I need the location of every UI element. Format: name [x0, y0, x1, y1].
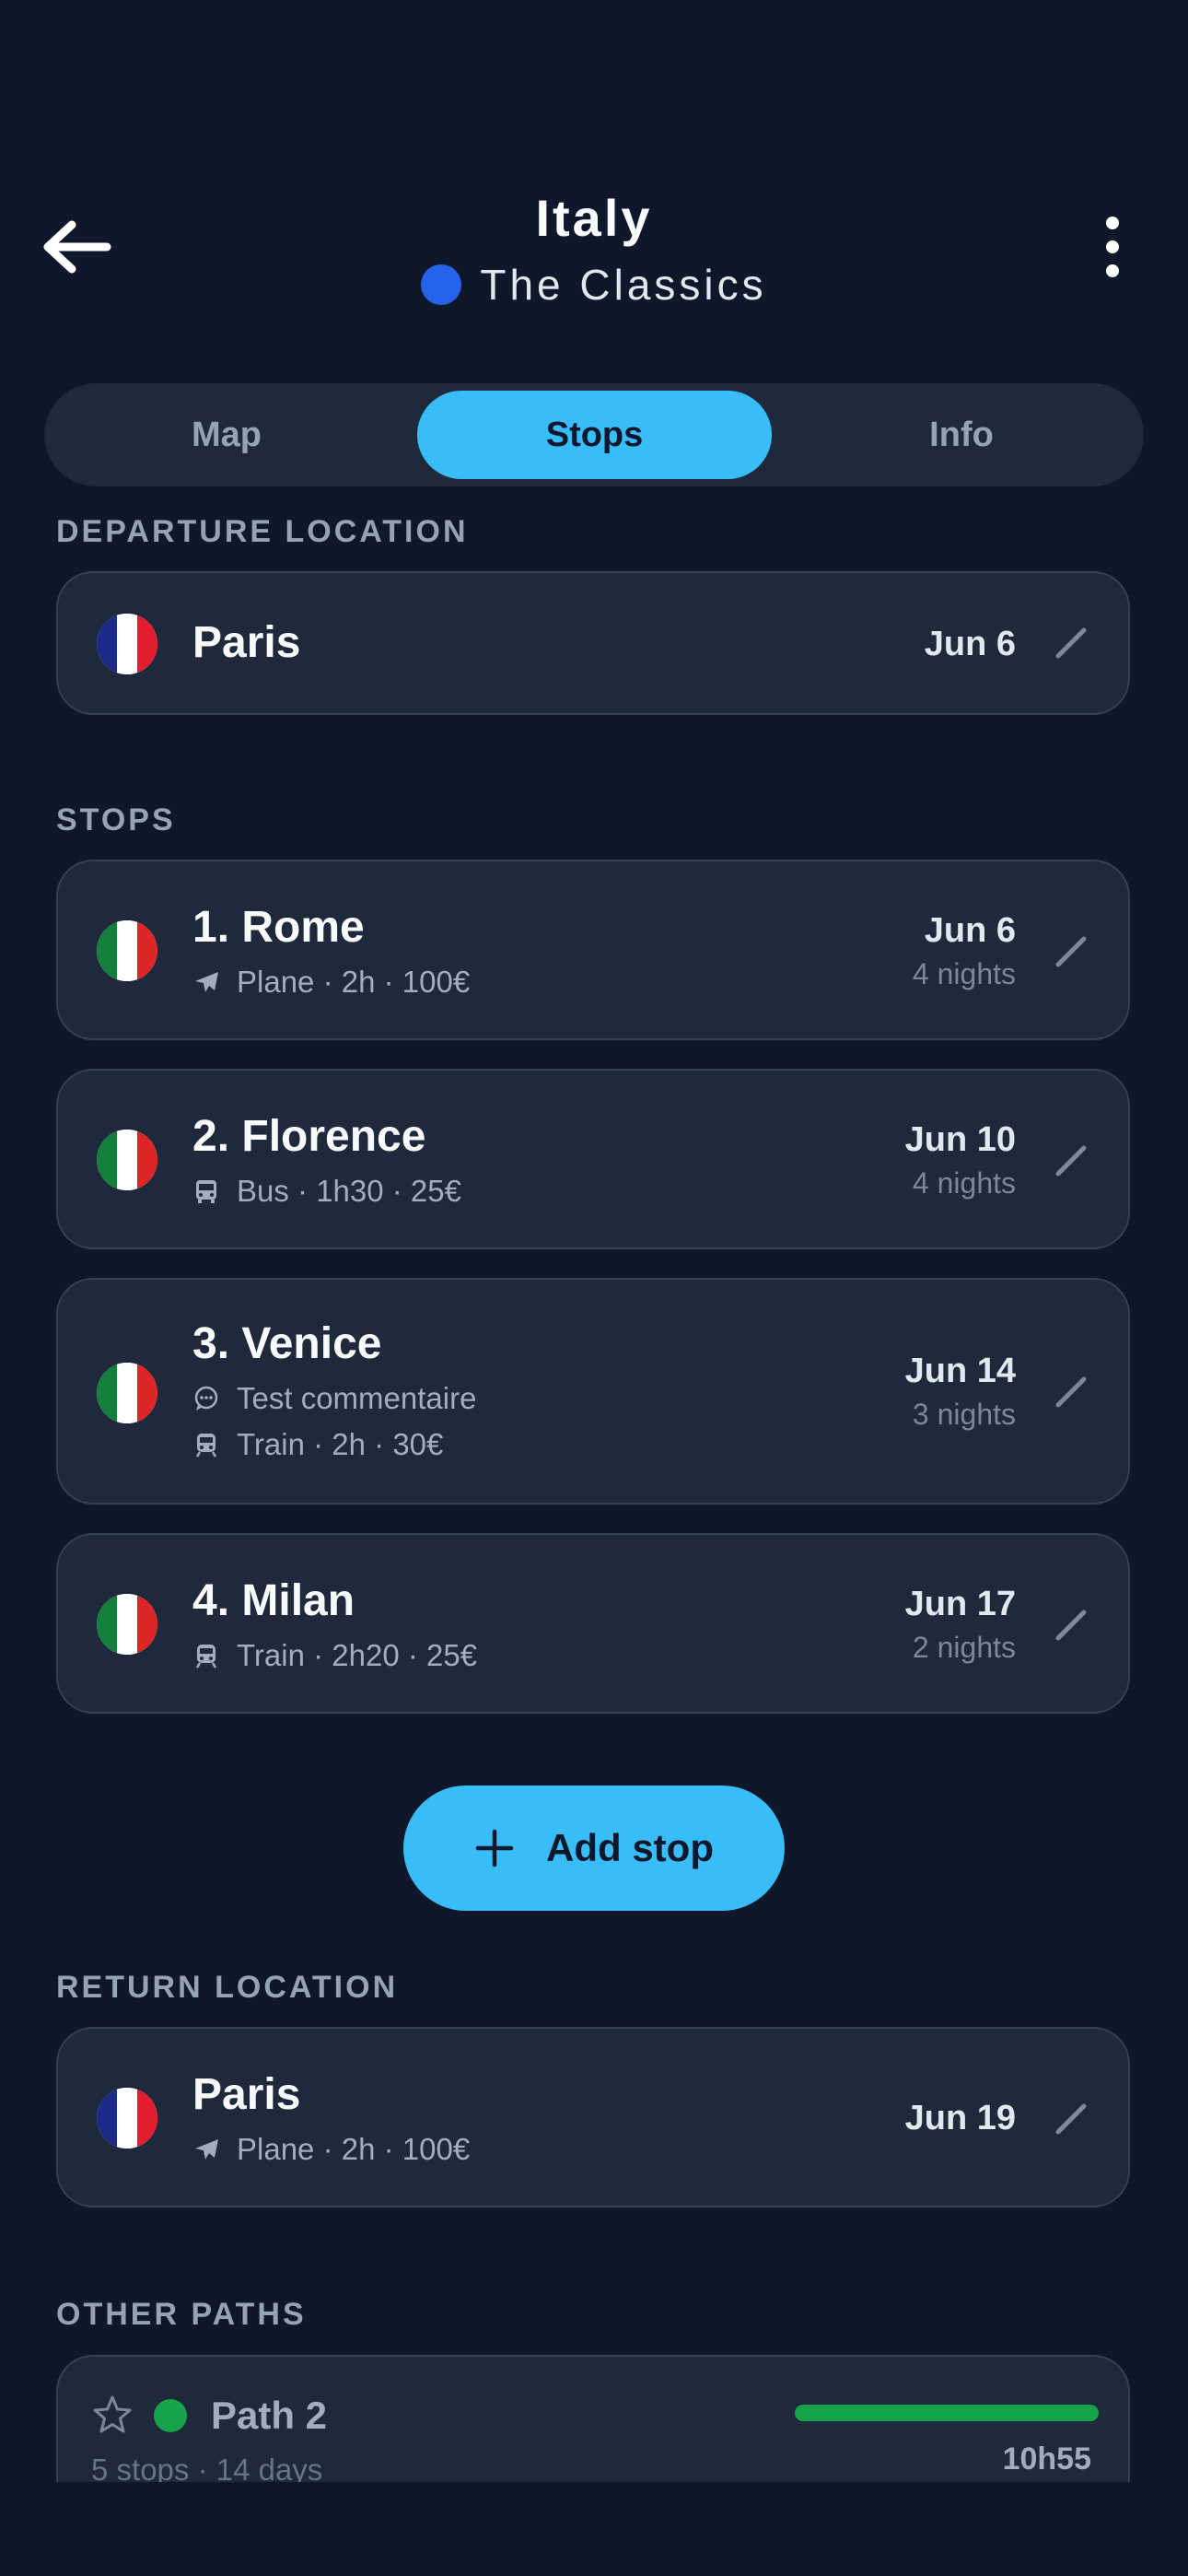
stop-transport: Train · 2h · 30€: [192, 1427, 443, 1462]
subtitle-text: The Classics: [480, 261, 767, 309]
edit-pencil-icon[interactable]: [1053, 2101, 1089, 2137]
more-vertical-icon: [1106, 217, 1119, 277]
edit-pencil-icon[interactable]: [1053, 933, 1089, 970]
edit-pencil-icon[interactable]: [1053, 1142, 1089, 1179]
train-icon: [195, 1434, 217, 1458]
stop-nights: 4 nights: [912, 957, 1016, 990]
transport-text: Train · 2h20 · 25€: [237, 1638, 478, 1672]
italy-flag-icon: [97, 1130, 157, 1190]
tab-stops[interactable]: Stops: [417, 391, 772, 479]
stop-card-venice[interactable]: 3. Venice Test commentaire Train · 2h · …: [56, 1278, 1130, 1505]
stop-card-florence[interactable]: 2. Florence Bus · 1h30 · 25€ Jun 10 4 ni…: [56, 1069, 1130, 1249]
star-icon[interactable]: [91, 2394, 134, 2436]
stop-title: 2. Florence: [192, 1112, 426, 1161]
italy-flag-icon: [97, 1363, 157, 1423]
france-flag-icon: [97, 2088, 157, 2149]
stop-card-rome[interactable]: 1. Rome Plane · 2h · 100€ Jun 6 4 nights: [56, 860, 1130, 1040]
stop-title: 4. Milan: [192, 1576, 355, 1625]
edit-pencil-icon[interactable]: [1053, 625, 1089, 662]
italy-flag-icon: [97, 1594, 157, 1655]
departure-date: Jun 6: [924, 625, 1016, 663]
add-stop-button[interactable]: Add stop: [403, 1786, 785, 1911]
stop-title: 1. Rome: [192, 903, 365, 952]
stop-card-milan[interactable]: 4. Milan Train · 2h20 · 25€ Jun 17 2 nig…: [56, 1533, 1130, 1714]
tab-info[interactable]: Info: [786, 391, 1136, 479]
return-date: Jun 19: [904, 2099, 1016, 2137]
plus-icon: [475, 1829, 514, 1868]
stop-transport: Train · 2h20 · 25€: [192, 1638, 477, 1673]
edit-pencil-icon[interactable]: [1053, 1374, 1089, 1411]
other-paths-section-label: OTHER PATHS: [56, 2297, 307, 2332]
tab-map[interactable]: Map: [52, 391, 402, 479]
departure-card[interactable]: Paris Jun 6: [56, 571, 1130, 715]
transport-text: Plane · 2h · 100€: [237, 965, 471, 999]
path-duration: 10h55: [1002, 2441, 1091, 2476]
path-name: Path 2: [211, 2394, 328, 2437]
stop-nights: 4 nights: [912, 1166, 1016, 1200]
plane-icon: [195, 2139, 218, 2160]
trip-subtitle: The Classics: [0, 260, 1188, 310]
bottom-fade: [0, 2482, 1188, 2576]
italy-flag-icon: [97, 920, 157, 981]
trip-color-dot: [421, 264, 462, 305]
stop-date: Jun 6: [924, 911, 1016, 950]
stop-title: 3. Venice: [192, 1319, 382, 1368]
bus-icon: [196, 1180, 216, 1203]
return-card[interactable]: Paris Plane · 2h · 100€ Jun 19: [56, 2027, 1130, 2207]
path-duration-bar-fill: [795, 2405, 1099, 2421]
stop-nights: 3 nights: [912, 1398, 1016, 1431]
stop-comment: Test commentaire: [192, 1381, 476, 1416]
add-stop-label: Add stop: [546, 1826, 714, 1869]
stop-transport: Bus · 1h30 · 25€: [192, 1174, 461, 1209]
return-city: Paris: [192, 2070, 301, 2119]
path-duration-bar: [795, 2405, 1099, 2421]
view-tabs: Map Stops Info: [44, 383, 1144, 486]
departure-city: Paris: [192, 618, 301, 667]
stop-nights: 2 nights: [912, 1631, 1016, 1664]
transport-text: Plane · 2h · 100€: [237, 2132, 471, 2166]
comment-text: Test commentaire: [237, 1381, 477, 1415]
france-flag-icon: [97, 614, 157, 674]
transport-text: Bus · 1h30 · 25€: [237, 1174, 461, 1208]
comment-icon: [194, 1386, 218, 1411]
more-options-button[interactable]: [1092, 210, 1133, 284]
edit-pencil-icon[interactable]: [1053, 1607, 1089, 1644]
train-icon: [195, 1645, 217, 1669]
page-title: Italy: [535, 189, 653, 247]
plane-icon: [195, 972, 218, 992]
stop-transport: Plane · 2h · 100€: [192, 965, 470, 1000]
transport-text: Train · 2h · 30€: [237, 1427, 444, 1461]
header: Italy The Classics: [0, 0, 1188, 369]
stop-date: Jun 14: [904, 1352, 1016, 1390]
return-section-label: RETURN LOCATION: [56, 1970, 399, 2005]
departure-section-label: DEPARTURE LOCATION: [56, 514, 469, 549]
return-transport: Plane · 2h · 100€: [192, 2132, 470, 2167]
path-color-dot: [154, 2399, 187, 2432]
stop-date: Jun 10: [904, 1120, 1016, 1159]
stop-date: Jun 17: [904, 1585, 1016, 1623]
stops-section-label: STOPS: [56, 802, 176, 837]
